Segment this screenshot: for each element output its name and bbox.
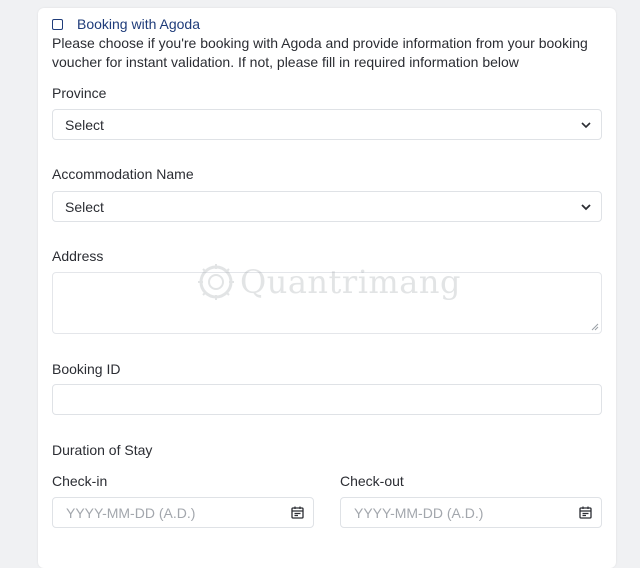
checkin-placeholder: YYYY-MM-DD (A.D.) <box>66 504 196 521</box>
province-label: Province <box>52 85 107 101</box>
calendar-icon[interactable] <box>291 506 304 519</box>
agoda-checkbox[interactable] <box>52 18 63 30</box>
booking-id-label: Booking ID <box>52 361 121 377</box>
province-select-value: Select <box>65 116 104 133</box>
checkout-placeholder: YYYY-MM-DD (A.D.) <box>354 504 484 521</box>
province-select[interactable]: Select <box>52 109 602 140</box>
address-label: Address <box>52 248 104 264</box>
agoda-checkbox-label[interactable]: Booking with Agoda <box>77 16 200 32</box>
booking-id-input[interactable] <box>52 384 602 415</box>
checkin-date-input[interactable]: YYYY-MM-DD (A.D.) <box>52 497 314 528</box>
accommodation-label: Accommodation Name <box>52 166 194 182</box>
resize-grip-icon[interactable] <box>591 323 599 331</box>
duration-heading: Duration of Stay <box>52 442 153 458</box>
accommodation-select[interactable]: Select <box>52 191 602 222</box>
checkin-label: Check-in <box>52 473 108 489</box>
chevron-down-icon <box>581 122 591 129</box>
checkout-label: Check-out <box>340 473 404 489</box>
agoda-option[interactable]: Booking with Agoda <box>52 14 200 34</box>
checkout-date-input[interactable]: YYYY-MM-DD (A.D.) <box>340 497 602 528</box>
address-textarea[interactable] <box>52 272 602 334</box>
accommodation-select-value: Select <box>65 198 104 215</box>
calendar-icon[interactable] <box>579 506 592 519</box>
agoda-description: Please choose if you're booking with Ago… <box>52 35 588 70</box>
chevron-down-icon <box>581 204 591 211</box>
